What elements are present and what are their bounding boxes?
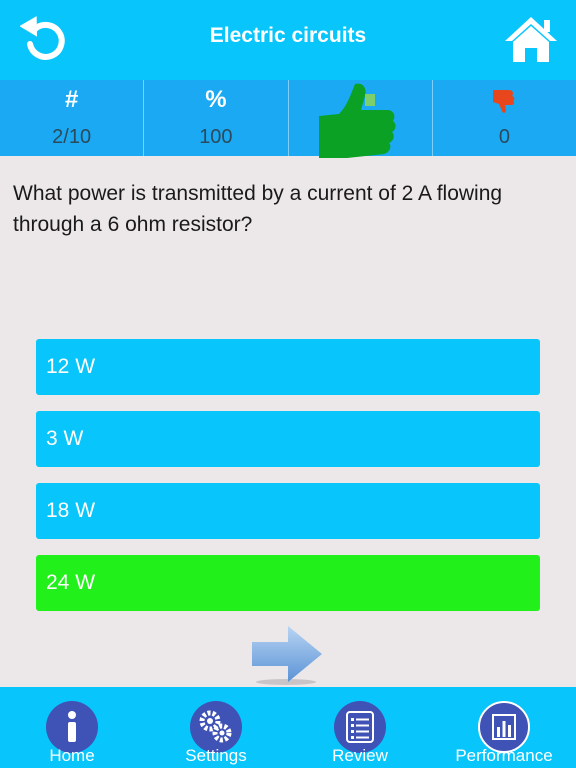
next-arrow-icon xyxy=(252,626,322,685)
stats-bar: # 2/10 % 100 2 0 xyxy=(0,80,576,158)
thumbs-up-icon xyxy=(318,83,396,158)
tab-performance[interactable]: Performance xyxy=(432,687,576,768)
tab-settings[interactable]: Settings xyxy=(144,687,288,768)
thumbs-down-icon xyxy=(492,90,515,113)
wrong-count-value: 0 xyxy=(498,126,510,148)
tab-review-label: Review xyxy=(332,746,388,765)
stat-question-number: # 2/10 xyxy=(0,80,145,156)
stat-correct: 2 xyxy=(289,80,433,158)
percent-value: 100 xyxy=(199,126,233,148)
tab-home-label: Home xyxy=(49,746,95,765)
bottom-tab-bar: Home Settings Review Performance xyxy=(0,687,576,768)
question-number-value: 2/10 xyxy=(52,126,92,148)
tab-settings-label: Settings xyxy=(185,746,247,765)
answer-option-1[interactable]: 12 W xyxy=(36,339,540,395)
answer-option-2[interactable]: 3 W xyxy=(36,411,540,467)
tab-review[interactable]: Review xyxy=(288,687,432,768)
tab-home[interactable]: Home xyxy=(0,687,144,768)
header: Electric circuits xyxy=(0,0,576,80)
next-button[interactable] xyxy=(250,622,326,688)
answer-option-4[interactable]: 24 W xyxy=(36,555,540,611)
home-icon xyxy=(505,17,557,62)
home-button[interactable] xyxy=(504,15,558,65)
page-title: Electric circuits xyxy=(209,24,367,47)
stat-wrong: 0 xyxy=(433,80,576,156)
bar-chart-icon xyxy=(492,714,516,740)
tab-performance-label: Performance xyxy=(455,746,553,765)
percent-symbol: % xyxy=(205,86,227,113)
stat-percent: % 100 xyxy=(144,80,289,156)
answer-option-3[interactable]: 18 W xyxy=(36,483,540,539)
question-text: What power is transmitted by a current o… xyxy=(13,182,503,236)
question-number-symbol: # xyxy=(64,86,79,113)
